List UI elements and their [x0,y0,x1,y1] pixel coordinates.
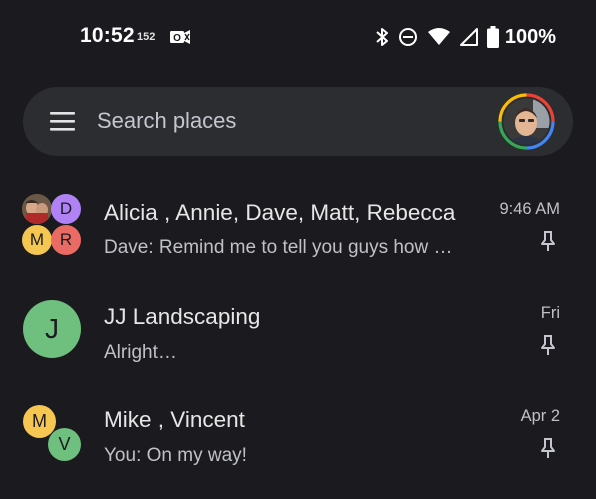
do-not-disturb-icon [398,27,418,47]
pin-icon [539,334,557,356]
conversation-time: Fri [540,304,560,322]
conversation-time: 9:46 AM [499,200,560,218]
status-small-text: 152 [137,31,156,43]
conversation-item[interactable]: D M R Alicia , Annie, Dave, Matt, Rebecc… [0,180,596,280]
avatar-initial: V [48,428,81,461]
pin-icon [539,230,557,252]
conversation-snippet: You: On my way! [104,445,247,466]
wifi-icon [427,27,451,47]
avatar-initial: J [23,300,81,358]
status-bar: 10:52 152 O 100% [0,0,596,76]
conversation-name: Mike , Vincent [104,407,245,432]
battery-icon [486,26,499,48]
battery-percent: 100% [504,25,556,48]
conversation-snippet: Alright… [104,342,177,363]
conversation-name: JJ Landscaping [104,304,261,329]
search-input[interactable] [97,101,477,141]
avatar-initial: D [51,194,81,224]
profile-avatar[interactable] [497,92,556,151]
conversation-item[interactable]: J JJ Landscaping Alright… Fri [0,287,596,387]
photo-avatar [22,194,52,224]
notification-icon: O [169,28,191,46]
conversation-name: Alicia , Annie, Dave, Matt, Rebecca [104,200,456,225]
status-icons: 100% [375,24,556,50]
avatar-initial: M [22,225,52,255]
conversation-snippet: Dave: Remind me to tell you guys how … [104,237,453,258]
svg-text:O: O [173,33,181,44]
avatar-initial: R [51,225,81,255]
conversation-time: Apr 2 [520,407,560,425]
search-bar[interactable] [23,87,573,156]
conversation-item[interactable]: M V Mike , Vincent You: On my way! Apr 2 [0,390,596,490]
pin-icon [539,437,557,459]
bluetooth-icon [375,27,389,47]
menu-icon[interactable] [49,109,77,133]
status-time: 10:52 [80,24,135,47]
cellular-signal-icon [459,27,478,47]
